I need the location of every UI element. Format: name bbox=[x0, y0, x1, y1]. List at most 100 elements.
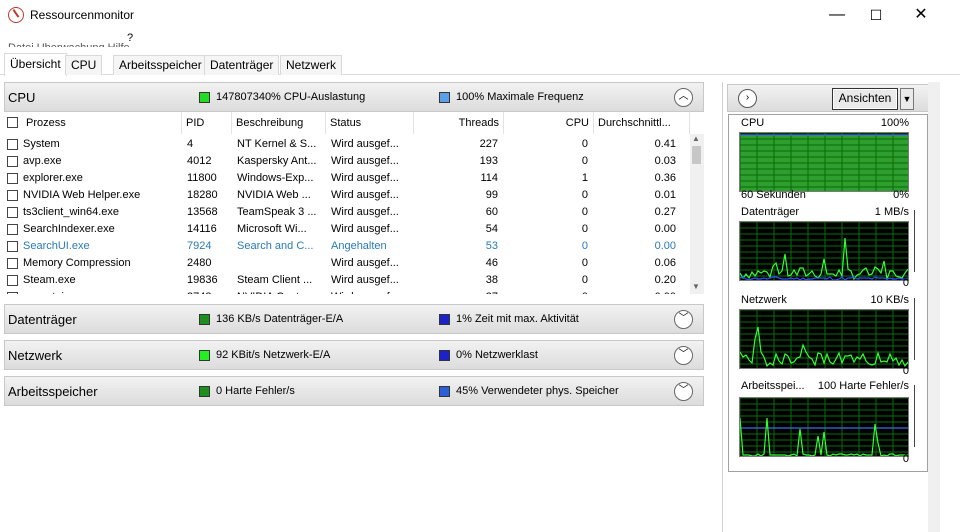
graph-panel-scrollbar[interactable] bbox=[928, 82, 940, 532]
network-graph bbox=[739, 309, 909, 369]
scroll-down-arrow-icon[interactable]: ▼ bbox=[692, 282, 700, 291]
col-pid[interactable]: PID bbox=[182, 112, 232, 134]
collapse-chevron-icon[interactable]: ︿ bbox=[674, 88, 693, 107]
process-table-body: System 4 NT Kernel & S... Wird ausgef... 227… bbox=[4, 136, 704, 294]
cpu-graph bbox=[739, 132, 909, 192]
process-status: Wird ausgef... bbox=[331, 223, 399, 235]
process-average-cpu: 0.36 bbox=[654, 172, 676, 184]
overview-panel: CPU 147807340% CPU-Auslastung 100% Maxim… bbox=[4, 82, 704, 532]
process-threads: 37 bbox=[418, 289, 498, 294]
collapse-panel-icon[interactable]: › bbox=[738, 89, 757, 108]
cpu-section-header[interactable]: CPU 147807340% CPU-Auslastung 100% Maxim… bbox=[4, 82, 704, 112]
memory-graph bbox=[739, 397, 909, 458]
process-status: Wird ausgef... bbox=[331, 206, 399, 218]
row-checkbox[interactable] bbox=[7, 258, 18, 269]
tab-strip: Übersicht CPU Arbeitsspeicher Datenträge… bbox=[0, 53, 960, 76]
expand-chevron-icon[interactable]: ﹀ bbox=[674, 382, 693, 401]
views-button[interactable]: Ansichten bbox=[832, 88, 898, 110]
table-scrollbar[interactable]: ▲ ▼ bbox=[690, 134, 704, 294]
process-threads: 114 bbox=[480, 172, 498, 184]
process-average-cpu: 0.06 bbox=[654, 257, 676, 269]
memory-graph-min: 0 bbox=[902, 453, 909, 465]
col-description[interactable]: Beschreibung bbox=[232, 112, 326, 134]
scroll-up-arrow-icon[interactable]: ▲ bbox=[692, 134, 700, 143]
process-cpu: 0 bbox=[581, 206, 588, 218]
tab-disk[interactable]: Datenträger bbox=[204, 55, 280, 75]
row-checkbox[interactable] bbox=[7, 275, 18, 286]
process-description: NT Kernel & S... bbox=[237, 138, 317, 150]
process-status: Wird ausgef... bbox=[331, 138, 399, 150]
row-checkbox[interactable] bbox=[7, 156, 18, 167]
table-row[interactable]: SearchUI.exe 7924 Search and C... Angehalte… bbox=[4, 238, 690, 255]
process-status: Wird ausgef... bbox=[331, 155, 399, 167]
expand-chevron-icon[interactable]: ﹀ bbox=[674, 346, 693, 365]
row-checkbox[interactable] bbox=[7, 173, 18, 184]
table-row[interactable]: Steam.exe 19836 Steam Client ... Wird ausge… bbox=[4, 272, 690, 289]
disk-graph-title: Datenträger bbox=[741, 206, 800, 218]
row-checkbox[interactable] bbox=[7, 224, 18, 235]
col-cpu[interactable]: CPU bbox=[504, 112, 594, 134]
table-row[interactable]: explorer.exe 11800 Windows-Exp... Wird ausg… bbox=[4, 170, 690, 187]
disk-section-header[interactable]: Datenträger 136 KB/s Datenträger-E/A 1% … bbox=[4, 304, 704, 334]
network-graph-title: Netzwerk bbox=[741, 294, 787, 306]
expand-chevron-icon[interactable]: ﹀ bbox=[674, 310, 693, 329]
maximize-button[interactable]: ☐ bbox=[853, 0, 899, 30]
tab-memory[interactable]: Arbeitsspeicher bbox=[113, 55, 208, 75]
memory-section-title: Arbeitsspeicher bbox=[8, 384, 98, 399]
row-checkbox[interactable] bbox=[7, 139, 18, 150]
network-graph-min: 0 bbox=[902, 365, 909, 377]
table-row[interactable]: nvcontainer.exe 3748 NVIDIA Conta... Wird a… bbox=[4, 289, 690, 294]
title-bar: Ressourcenmonitor — ☐ ✕ bbox=[0, 0, 960, 32]
process-threads: 227 bbox=[479, 138, 498, 150]
cpu-frequency-stat: 100% Maximale Frequenz bbox=[456, 91, 584, 103]
col-status[interactable]: Status bbox=[326, 112, 414, 134]
table-row[interactable]: Memory Compression 2480 Wird ausgef... 46 0 0… bbox=[4, 255, 690, 272]
process-threads: 60 bbox=[485, 206, 498, 218]
row-checkbox[interactable] bbox=[7, 190, 18, 201]
process-average-cpu: 0.27 bbox=[654, 206, 676, 218]
process-name: SearchUI.exe bbox=[23, 240, 90, 252]
process-threads: 99 bbox=[485, 189, 498, 201]
tab-network[interactable]: Netzwerk bbox=[280, 55, 343, 75]
process-pid: 13568 bbox=[187, 206, 218, 218]
tab-overview[interactable]: Übersicht bbox=[4, 53, 67, 76]
col-average-cpu[interactable]: Durchschnittl... bbox=[594, 112, 690, 134]
views-dropdown-arrow-icon[interactable]: ▼ bbox=[900, 88, 914, 110]
table-row[interactable]: NVIDIA Web Helper.exe 18280 NVIDIA Web ...… bbox=[4, 187, 690, 204]
tab-cpu[interactable]: CPU bbox=[65, 55, 103, 75]
process-status: Wird ausgef... bbox=[331, 257, 399, 269]
col-threads[interactable]: Threads bbox=[414, 112, 504, 134]
select-all-checkbox[interactable] bbox=[7, 117, 18, 128]
cpu-graph-max: 100% bbox=[880, 117, 909, 129]
process-average-cpu: 0.20 bbox=[654, 274, 676, 286]
graph-panel-header: › Ansichten ▼ bbox=[727, 84, 937, 112]
cpu-usage-stat: 147807340% CPU-Auslastung bbox=[216, 91, 366, 103]
process-pid: 14116 bbox=[187, 223, 217, 235]
process-name: ts3client_win64.exe bbox=[23, 206, 120, 218]
memory-faults-stat: 0 Harte Fehler/s bbox=[216, 385, 295, 397]
process-average-cpu: 0.00 bbox=[598, 289, 676, 294]
row-checkbox[interactable] bbox=[7, 241, 18, 252]
process-description bbox=[237, 255, 325, 272]
network-graph-scale bbox=[911, 298, 915, 360]
close-button[interactable]: ✕ bbox=[898, 0, 944, 30]
table-row[interactable]: avp.exe 4012 Kaspersky Ant... Wird ausgef..… bbox=[4, 153, 690, 170]
col-process[interactable]: Prozess bbox=[22, 112, 182, 134]
process-pid: 18280 bbox=[187, 189, 218, 201]
disk-active-swatch bbox=[439, 314, 450, 325]
row-checkbox[interactable] bbox=[7, 207, 18, 218]
network-section-header[interactable]: Netzwerk 92 KBit/s Netzwerk-E/A 0% Netzw… bbox=[4, 340, 704, 370]
table-row[interactable]: SearchIndexer.exe 14116 Microsoft Wi... Wir… bbox=[4, 221, 690, 238]
process-description: Kaspersky Ant... bbox=[237, 155, 317, 167]
memory-section-header[interactable]: Arbeitsspeicher 0 Harte Fehler/s 45% Ver… bbox=[4, 376, 704, 406]
process-name: Steam.exe bbox=[23, 274, 76, 286]
table-row[interactable]: ts3client_win64.exe 13568 TeamSpeak 3 ... W… bbox=[4, 204, 690, 221]
process-pid: 4012 bbox=[187, 155, 212, 167]
process-name: SearchIndexer.exe bbox=[23, 223, 115, 235]
scrollbar-thumb[interactable] bbox=[692, 146, 701, 164]
process-threads: 54 bbox=[485, 223, 498, 235]
process-pid: 2480 bbox=[187, 257, 212, 269]
process-status: Wird ausgef... bbox=[331, 274, 399, 286]
table-row[interactable]: System 4 NT Kernel & S... Wird ausgef... 227… bbox=[4, 136, 690, 153]
row-checkbox[interactable] bbox=[7, 292, 18, 294]
